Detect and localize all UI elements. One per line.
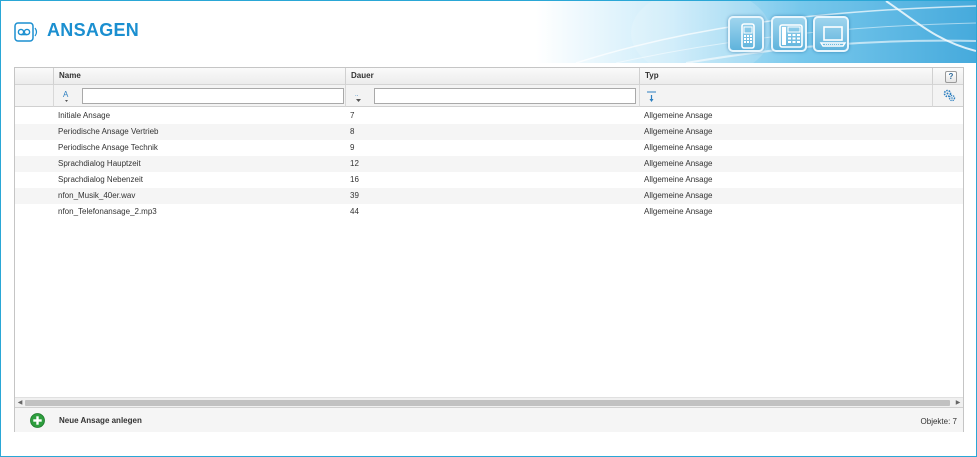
filter-cell-name: A — [54, 85, 346, 107]
filter-cell-typ — [640, 85, 933, 107]
table-row[interactable]: Initiale Ansage 7 Allgemeine Ansage — [15, 108, 963, 124]
dauer-filter-input[interactable] — [374, 88, 636, 104]
cell-name: Sprachdialog Hauptzeit — [58, 159, 141, 168]
table-row[interactable]: Sprachdialog Hauptzeit 12 Allgemeine Ans… — [15, 156, 963, 172]
cell-dauer: 39 — [350, 191, 359, 200]
header: ANSAGEN — [1, 1, 976, 63]
help-button[interactable]: ? — [945, 71, 957, 83]
cell-name: Periodische Ansage Technik — [58, 143, 158, 152]
filter-cell-select — [15, 85, 54, 107]
table-row[interactable]: Periodische Ansage Vertrieb 8 Allgemeine… — [15, 124, 963, 140]
cell-dauer: 16 — [350, 175, 359, 184]
cell-typ: Allgemeine Ansage — [644, 127, 713, 136]
cell-name: nfon_Telefonansage_2.mp3 — [58, 207, 157, 216]
numeric-sort-icon[interactable]: .. — [353, 89, 365, 103]
cell-typ: Allgemeine Ansage — [644, 143, 713, 152]
column-header-name[interactable]: Name — [54, 68, 346, 85]
announcements-grid: Name Dauer Typ ? A .. Initiale Ansage 7 … — [14, 67, 964, 432]
add-announcement-button[interactable] — [30, 413, 45, 428]
laptop-icon — [819, 26, 847, 47]
cell-dauer: 7 — [350, 111, 355, 120]
app-window: ANSAGEN Name Dauer Typ ? A .. Initiale A… — [0, 0, 977, 457]
scroll-left-icon[interactable]: ◀ — [16, 399, 24, 407]
svg-text:A: A — [63, 90, 69, 99]
cell-dauer: 44 — [350, 207, 359, 216]
voicemail-icon — [14, 21, 40, 43]
cell-dauer: 8 — [350, 127, 355, 136]
table-row[interactable]: nfon_Telefonansage_2.mp3 44 Allgemeine A… — [15, 204, 963, 220]
svg-text:..: .. — [355, 92, 359, 98]
laptop-button[interactable] — [813, 16, 849, 52]
table-row[interactable]: Periodische Ansage Technik 9 Allgemeine … — [15, 140, 963, 156]
scrollbar-thumb[interactable] — [25, 400, 950, 406]
cell-typ: Allgemeine Ansage — [644, 175, 713, 184]
horizontal-scrollbar[interactable]: ◀ ▶ — [15, 397, 963, 407]
sort-descending-icon[interactable] — [646, 89, 658, 103]
alpha-sort-icon[interactable]: A — [61, 89, 73, 103]
cell-typ: Allgemeine Ansage — [644, 191, 713, 200]
filter-cell-dauer: .. — [346, 85, 640, 107]
column-header-dauer[interactable]: Dauer — [346, 68, 640, 85]
cell-typ: Allgemeine Ansage — [644, 111, 713, 120]
mobile-phone-icon — [741, 23, 755, 49]
table-body: Initiale Ansage 7 Allgemeine Ansage Peri… — [15, 108, 963, 220]
mobile-phone-button[interactable] — [728, 16, 764, 52]
column-header-select — [15, 68, 54, 85]
page-title: ANSAGEN — [47, 20, 140, 40]
grid-footer: Neue Ansage anlegen Objekte: 7 — [15, 407, 963, 432]
scroll-right-icon[interactable]: ▶ — [954, 399, 962, 407]
column-header-typ[interactable]: Typ — [640, 68, 933, 85]
cell-typ: Allgemeine Ansage — [644, 159, 713, 168]
cell-name: Periodische Ansage Vertrieb — [58, 127, 159, 136]
cell-dauer: 9 — [350, 143, 355, 152]
table-row[interactable]: nfon_Musik_40er.wav 39 Allgemeine Ansage — [15, 188, 963, 204]
cell-dauer: 12 — [350, 159, 359, 168]
settings-gear-icon[interactable] — [943, 89, 956, 102]
cell-name: nfon_Musik_40er.wav — [58, 191, 136, 200]
cell-name: Initiale Ansage — [58, 111, 111, 120]
add-announcement-label[interactable]: Neue Ansage anlegen — [59, 416, 142, 425]
filter-cell-actions — [933, 85, 963, 107]
desk-phone-button[interactable] — [771, 16, 807, 52]
name-filter-input[interactable] — [82, 88, 344, 104]
column-header-actions: ? — [933, 68, 963, 85]
desk-phone-icon — [779, 24, 803, 48]
object-count: Objekte: 7 — [920, 417, 957, 426]
cell-name: Sprachdialog Nebenzeit — [58, 175, 143, 184]
table-row[interactable]: Sprachdialog Nebenzeit 16 Allgemeine Ans… — [15, 172, 963, 188]
cell-typ: Allgemeine Ansage — [644, 207, 713, 216]
